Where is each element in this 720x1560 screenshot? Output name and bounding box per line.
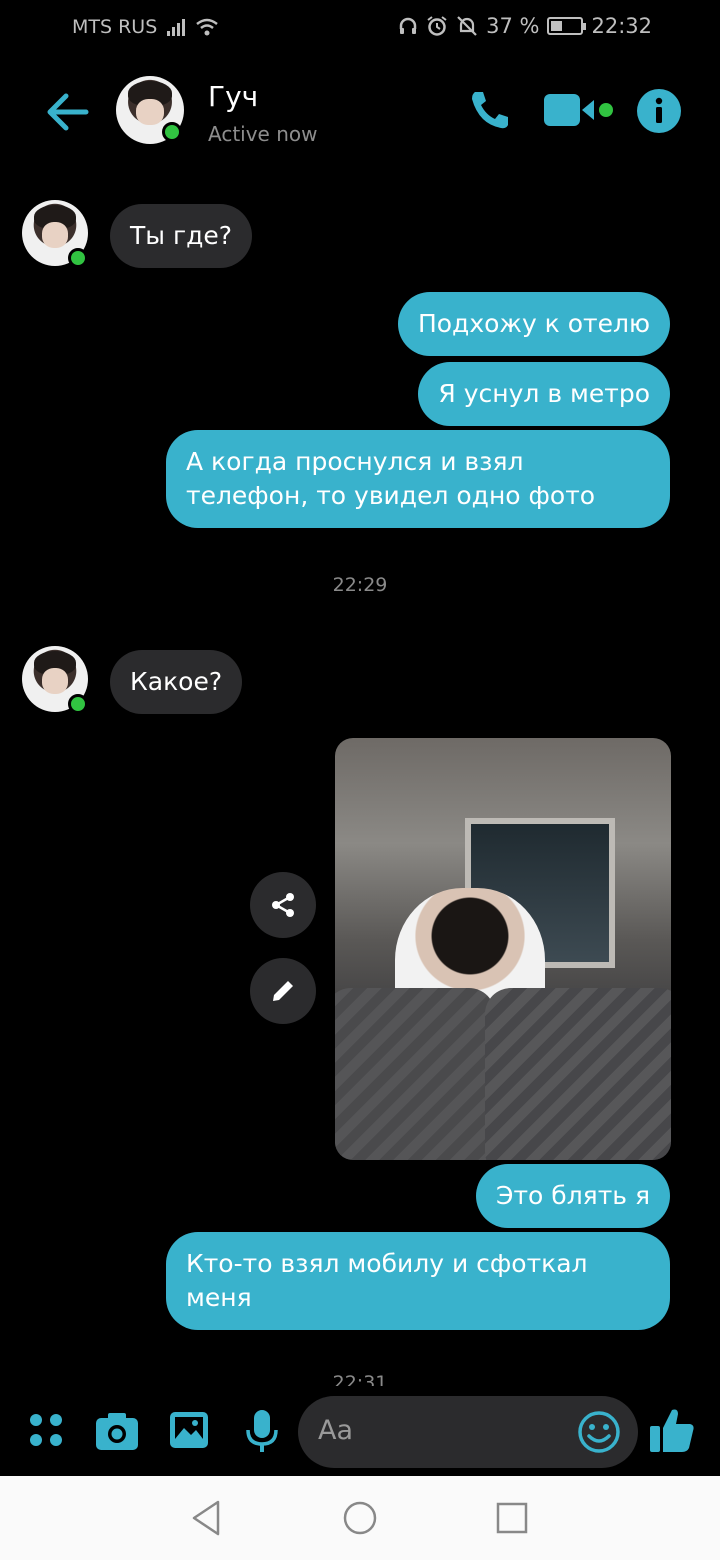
photo-message[interactable]: [335, 738, 671, 1160]
contact-status: Active now: [208, 122, 318, 146]
message-input-placeholder: Aa: [318, 1415, 354, 1446]
status-bar: MTS RUS 37 % 22:32: [0, 0, 720, 56]
clock: 22:32: [591, 14, 652, 38]
share-button[interactable]: [250, 872, 316, 938]
video-icon[interactable]: [544, 90, 616, 130]
online-indicator: [162, 122, 182, 142]
message-outgoing[interactable]: Это блять я: [476, 1164, 670, 1228]
carrier-label: MTS RUS: [72, 16, 158, 38]
gallery-icon[interactable]: [168, 1410, 210, 1450]
online-indicator: [68, 694, 88, 714]
system-nav-bar: [0, 1476, 720, 1560]
signal-icon: [167, 18, 186, 36]
online-indicator: [68, 248, 88, 268]
chat-header: Гуч Active now: [0, 62, 720, 162]
camera-icon[interactable]: [94, 1408, 140, 1454]
emoji-icon[interactable]: [578, 1411, 620, 1453]
message-incoming[interactable]: Ты где?: [110, 204, 253, 268]
message-outgoing[interactable]: Я уснул в метро: [418, 362, 670, 426]
message-input[interactable]: Aa: [298, 1396, 638, 1468]
like-icon[interactable]: [648, 1404, 696, 1454]
info-icon[interactable]: [636, 88, 682, 134]
back-arrow-icon[interactable]: [42, 86, 94, 138]
nav-home-icon[interactable]: [342, 1498, 378, 1538]
mute-icon: [457, 16, 477, 36]
battery-percent: 37 %: [486, 14, 540, 38]
edit-icon: [273, 981, 293, 1001]
wifi-icon: [196, 18, 219, 36]
phone-icon[interactable]: [466, 86, 514, 134]
nav-recents-icon[interactable]: [494, 1498, 530, 1538]
timestamp-separator: 22:29: [332, 574, 388, 596]
share-icon: [272, 893, 294, 917]
message-incoming[interactable]: Какое?: [110, 650, 243, 714]
message-outgoing[interactable]: Кто-то взял мобилу и сфоткал меня: [166, 1232, 670, 1330]
timestamp-separator: 22:31: [332, 1372, 388, 1386]
alarm-icon: [427, 16, 447, 36]
apps-icon[interactable]: [28, 1412, 64, 1448]
message-outgoing[interactable]: А когда проснулся и взял телефон, то уви…: [166, 430, 670, 528]
message-outgoing[interactable]: Подхожу к отелю: [397, 292, 670, 356]
headphones-icon: [399, 17, 417, 34]
nav-back-icon[interactable]: [188, 1498, 224, 1538]
composer-bar: Aa: [0, 1388, 720, 1476]
contact-name[interactable]: Гуч: [208, 80, 258, 113]
mic-icon[interactable]: [244, 1408, 280, 1454]
edit-button[interactable]: [250, 958, 316, 1024]
battery-icon: [547, 17, 587, 35]
